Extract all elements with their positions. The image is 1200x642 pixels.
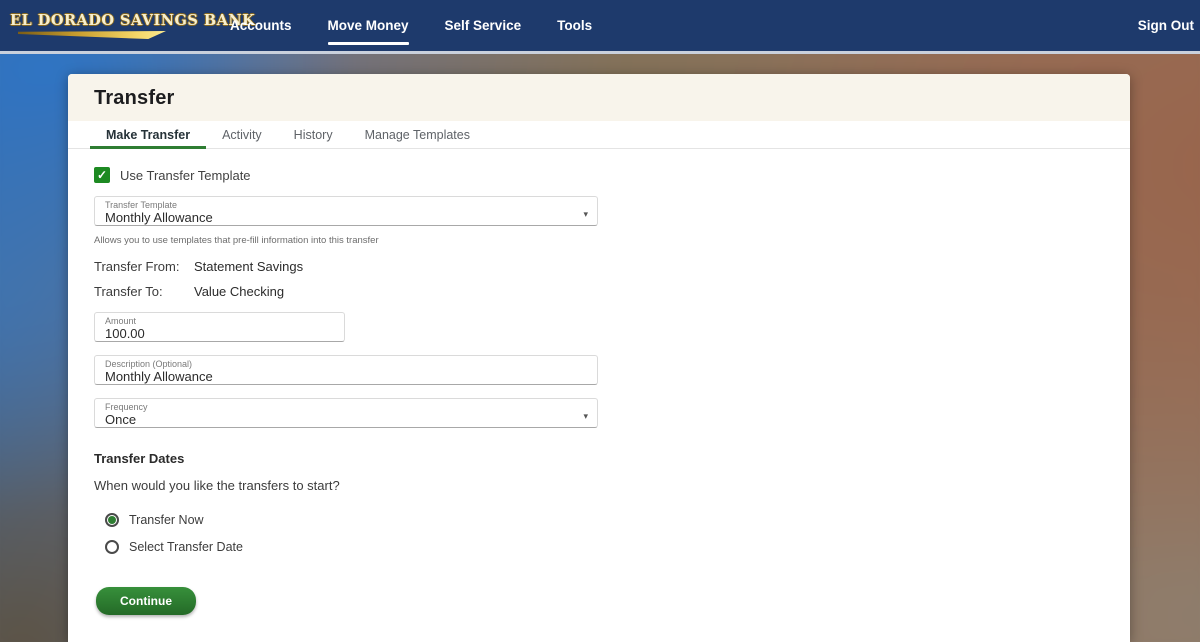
continue-button[interactable]: Continue bbox=[96, 587, 196, 615]
transfer-template-label: Transfer Template bbox=[105, 200, 587, 210]
nav-item-tools[interactable]: Tools bbox=[557, 12, 592, 39]
radio-option-transfer-now[interactable]: Transfer Now bbox=[105, 513, 1104, 527]
frequency-value: Once bbox=[105, 412, 563, 427]
checkmark-icon: ✓ bbox=[97, 169, 107, 181]
transfer-dates-heading: Transfer Dates bbox=[94, 451, 1104, 466]
transfer-template-value: Monthly Allowance bbox=[105, 210, 563, 225]
bank-logo[interactable]: EL DORADO SAVINGS BANK bbox=[10, 12, 170, 39]
nav-item-accounts[interactable]: Accounts bbox=[230, 12, 292, 39]
form-content: ✓ Use Transfer Template Transfer Templat… bbox=[68, 167, 1130, 615]
frequency-select[interactable]: Frequency Once ▾ bbox=[94, 398, 598, 428]
logo-swoosh-icon bbox=[18, 31, 166, 39]
description-input[interactable] bbox=[105, 369, 563, 384]
tab-manage-templates[interactable]: Manage Templates bbox=[349, 121, 486, 148]
frequency-label: Frequency bbox=[105, 402, 587, 412]
tab-bar: Make Transfer Activity History Manage Te… bbox=[68, 121, 1130, 149]
transfer-from-label: Transfer From: bbox=[94, 259, 194, 274]
transfer-to-row: Transfer To: Value Checking bbox=[94, 284, 1104, 299]
transfer-card: Transfer Make Transfer Activity History … bbox=[68, 74, 1130, 642]
select-transfer-date-label: Select Transfer Date bbox=[129, 540, 243, 554]
tab-make-transfer[interactable]: Make Transfer bbox=[90, 121, 206, 148]
chevron-down-icon: ▾ bbox=[583, 412, 588, 421]
nav-item-self-service[interactable]: Self Service bbox=[445, 12, 522, 39]
transfer-start-question: When would you like the transfers to sta… bbox=[94, 478, 1104, 493]
use-template-row: ✓ Use Transfer Template bbox=[94, 167, 1104, 183]
app-viewport: EL DORADO SAVINGS BANK Accounts Move Mon… bbox=[0, 0, 1200, 642]
use-template-checkbox[interactable]: ✓ bbox=[94, 167, 110, 183]
tab-history[interactable]: History bbox=[278, 121, 349, 148]
tab-activity[interactable]: Activity bbox=[206, 121, 278, 148]
top-navbar: EL DORADO SAVINGS BANK Accounts Move Mon… bbox=[0, 0, 1200, 54]
transfer-from-value: Statement Savings bbox=[194, 259, 303, 274]
card-header: Transfer bbox=[68, 74, 1130, 121]
radio-button-selected[interactable] bbox=[105, 513, 119, 527]
transfer-to-value: Value Checking bbox=[194, 284, 284, 299]
transfer-to-label: Transfer To: bbox=[94, 284, 194, 299]
page-title: Transfer bbox=[94, 87, 1104, 110]
chevron-down-icon: ▾ bbox=[583, 210, 588, 219]
transfer-now-label: Transfer Now bbox=[129, 513, 204, 527]
template-helper-text: Allows you to use templates that pre-fil… bbox=[94, 235, 1104, 246]
amount-input[interactable] bbox=[105, 326, 323, 341]
radio-option-select-date[interactable]: Select Transfer Date bbox=[105, 540, 1104, 554]
radio-dot bbox=[108, 516, 116, 524]
radio-dot bbox=[108, 543, 116, 551]
nav-item-move-money[interactable]: Move Money bbox=[328, 12, 409, 39]
bank-logo-text: EL DORADO SAVINGS BANK bbox=[10, 12, 170, 29]
amount-field: Amount bbox=[94, 312, 345, 342]
amount-label: Amount bbox=[105, 316, 334, 326]
description-label: Description (Optional) bbox=[105, 359, 587, 369]
use-template-label: Use Transfer Template bbox=[120, 168, 251, 183]
description-field: Description (Optional) bbox=[94, 355, 598, 385]
sign-out-link[interactable]: Sign Out bbox=[1138, 18, 1194, 33]
radio-button-unselected[interactable] bbox=[105, 540, 119, 554]
transfer-from-row: Transfer From: Statement Savings bbox=[94, 259, 1104, 274]
primary-nav: Accounts Move Money Self Service Tools bbox=[230, 12, 592, 39]
transfer-template-select[interactable]: Transfer Template Monthly Allowance ▾ bbox=[94, 196, 598, 226]
